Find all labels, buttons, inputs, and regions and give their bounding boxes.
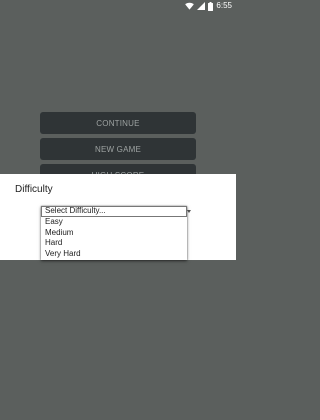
battery-icon	[208, 1, 214, 11]
difficulty-option-medium[interactable]: Medium	[41, 228, 187, 239]
signal-icon	[197, 2, 206, 10]
status-icons: 6:55	[185, 1, 232, 11]
difficulty-dropdown-list: Select Difficulty... Easy Medium Hard Ve…	[41, 206, 187, 260]
difficulty-option-very-hard[interactable]: Very Hard	[41, 249, 187, 260]
continue-button[interactable]: CONTINUE	[40, 112, 196, 134]
clock-time: 6:55	[216, 1, 232, 10]
status-bar: 6:55	[0, 0, 236, 12]
wifi-icon	[185, 2, 195, 10]
dropdown-arrow-icon[interactable]	[187, 210, 191, 213]
difficulty-option-placeholder[interactable]: Select Difficulty...	[41, 206, 187, 217]
difficulty-option-easy[interactable]: Easy	[41, 217, 187, 228]
new-game-button[interactable]: NEW GAME	[40, 138, 196, 160]
dialog-title: Difficulty	[15, 184, 53, 195]
difficulty-option-hard[interactable]: Hard	[41, 238, 187, 249]
